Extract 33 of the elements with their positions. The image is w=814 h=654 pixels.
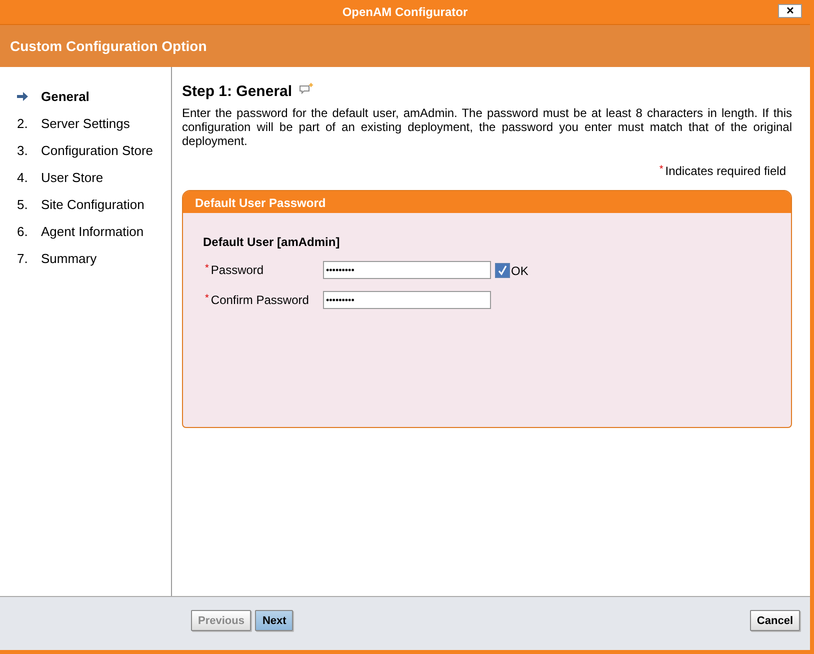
step-item[interactable]: Server Settings (41, 116, 130, 131)
nav-button[interactable]: Next (255, 610, 294, 631)
close-button[interactable]: ✕ (778, 4, 802, 18)
cancel-button[interactable]: Cancel (750, 610, 800, 631)
step-number: 4. (17, 170, 29, 185)
page-header: Custom Configuration Option (10, 38, 207, 54)
step-item[interactable]: User Store (41, 170, 104, 185)
step-heading: Step 1: General (182, 83, 292, 100)
step-number: 5. (17, 197, 29, 212)
step-item[interactable]: General (41, 89, 90, 104)
step-item[interactable]: Site Configuration (41, 197, 144, 212)
required-mark: * (205, 263, 209, 274)
checkbox[interactable] (495, 262, 510, 278)
step-item[interactable]: Agent Information (41, 224, 144, 239)
step-number: 6. (17, 224, 29, 239)
field-label: Confirm Password (210, 293, 309, 307)
required-note: Indicates required field (665, 164, 786, 178)
field-label: Password (210, 263, 264, 277)
required-mark: * (205, 293, 209, 304)
check-label: OK (511, 264, 528, 278)
password-field[interactable]: ••••••••• (323, 261, 491, 279)
required-mark: * (659, 164, 664, 175)
step-number: 2. (17, 116, 29, 131)
panel-subtitle: Default User [amAdmin] (203, 235, 341, 249)
description-text: Enter the password for the default user, amAdmin. The password must be at least 8 characters in length. If this configuration will be part of an existing deployment, the password you enter must match that of the original deployment. (182, 106, 792, 148)
window-title: OpenAM Configurator (342, 5, 468, 19)
step-item[interactable]: Summary (41, 251, 97, 266)
comment-icon (298, 83, 314, 95)
step-number: 7. (17, 251, 29, 266)
panel-title: Default User Password (195, 196, 326, 210)
password-field[interactable]: ••••••••• (323, 291, 491, 309)
step-item[interactable]: Configuration Store (41, 143, 154, 158)
step-number: 3. (17, 143, 29, 158)
